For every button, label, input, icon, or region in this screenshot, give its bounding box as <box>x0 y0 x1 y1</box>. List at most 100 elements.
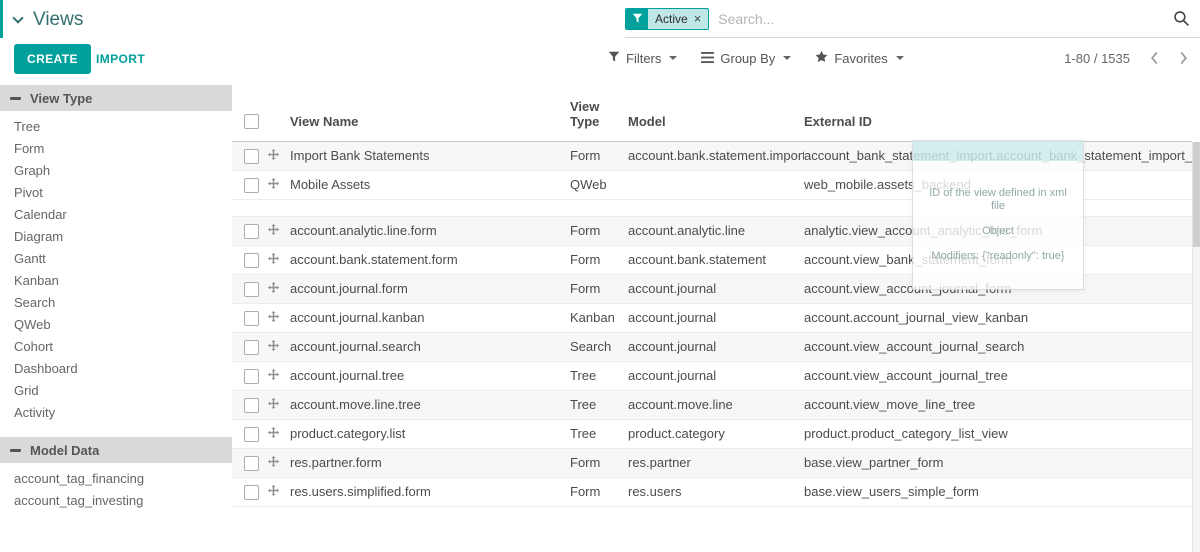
row-checkbox-cell <box>232 141 268 170</box>
caret-down-icon <box>896 56 904 60</box>
move-handle-icon[interactable] <box>268 340 279 351</box>
move-handle-icon[interactable] <box>268 178 279 189</box>
sidebar-item-kanban[interactable]: Kanban <box>0 270 232 292</box>
move-handle-icon[interactable] <box>268 149 279 160</box>
move-handle-icon[interactable] <box>268 456 279 467</box>
cell-external-id: account.account_journal_view_kanban <box>804 303 1192 332</box>
move-handle-icon[interactable] <box>268 224 279 235</box>
table-row[interactable]: res.users.simplified.formFormres.usersba… <box>232 477 1192 506</box>
section-bar-icon <box>10 97 21 100</box>
row-checkbox[interactable] <box>244 369 259 384</box>
create-button[interactable]: CREATE <box>14 44 91 74</box>
row-checkbox[interactable] <box>244 398 259 413</box>
cell-model: account.move.line <box>628 390 804 419</box>
cell-view-name: account.journal.tree <box>290 361 570 390</box>
move-handle-icon[interactable] <box>268 485 279 496</box>
row-checkbox[interactable] <box>244 253 259 268</box>
sidebar-item-gantt[interactable]: Gantt <box>0 248 232 270</box>
cell-model: product.category <box>628 419 804 448</box>
cell-view-type: Form <box>570 141 628 170</box>
row-checkbox[interactable] <box>244 340 259 355</box>
cell-view-type: Search <box>570 332 628 361</box>
import-button[interactable]: IMPORT <box>96 52 145 66</box>
sidebar-section-view-type: View Type <box>0 85 232 111</box>
row-checkbox[interactable] <box>244 149 259 164</box>
cell-view-name: account.journal.kanban <box>290 303 570 332</box>
pager-previous-icon[interactable] <box>1150 51 1159 65</box>
move-handle-icon[interactable] <box>268 253 279 264</box>
move-handle-icon[interactable] <box>268 398 279 409</box>
cell-model: res.users <box>628 477 804 506</box>
cell-view-type: Tree <box>570 390 628 419</box>
sidebar-item-form[interactable]: Form <box>0 138 232 160</box>
cell-view-type: Form <box>570 477 628 506</box>
sidebar-item-cohort[interactable]: Cohort <box>0 336 232 358</box>
select-all-checkbox[interactable] <box>244 114 259 129</box>
cell-view-name: account.journal.search <box>290 332 570 361</box>
breadcrumb[interactable]: Views <box>14 9 83 31</box>
row-checkbox-cell <box>232 332 268 361</box>
sidebar-item-qweb[interactable]: QWeb <box>0 314 232 336</box>
sidebar-item-diagram[interactable]: Diagram <box>0 226 232 248</box>
pager-next-icon[interactable] <box>1179 51 1188 65</box>
sidebar-item-tree[interactable]: Tree <box>0 116 232 138</box>
cell-view-type: Tree <box>570 361 628 390</box>
row-checkbox-cell <box>232 361 268 390</box>
pager-range: 1-80 / 1535 <box>1064 51 1130 66</box>
table-row[interactable]: account.journal.searchSearchaccount.jour… <box>232 332 1192 361</box>
move-handle-icon[interactable] <box>268 311 279 322</box>
column-header-external-id[interactable]: External ID <box>804 85 1192 141</box>
row-checkbox[interactable] <box>244 456 259 471</box>
cell-view-type: Form <box>570 245 628 274</box>
tooltip-line: Object <box>982 225 1014 238</box>
cell-model: account.journal <box>628 332 804 361</box>
table-row[interactable]: account.journal.treeTreeaccount.journala… <box>232 361 1192 390</box>
favorites-dropdown[interactable]: Favorites <box>815 50 903 66</box>
sidebar-item-dashboard[interactable]: Dashboard <box>0 358 232 380</box>
sidebar-item-pivot[interactable]: Pivot <box>0 182 232 204</box>
move-handle-icon[interactable] <box>268 369 279 380</box>
sidebar-item-account-tag-investing[interactable]: account_tag_investing <box>0 490 232 512</box>
cell-view-name: Mobile Assets <box>290 170 570 199</box>
sidebar-item-search[interactable]: Search <box>0 292 232 314</box>
sidebar-item-grid[interactable]: Grid <box>0 380 232 402</box>
row-checkbox[interactable] <box>244 282 259 297</box>
move-handle-icon[interactable] <box>268 427 279 438</box>
column-header-model[interactable]: Model <box>628 85 804 141</box>
row-checkbox[interactable] <box>244 311 259 326</box>
facet-remove-icon[interactable]: × <box>694 12 702 25</box>
table-row[interactable]: product.category.listTreeproduct.categor… <box>232 419 1192 448</box>
sidebar-item-activity[interactable]: Activity <box>0 402 232 424</box>
search-facet-active[interactable]: Active × <box>625 8 709 30</box>
magnifier-icon[interactable] <box>1173 10 1190 27</box>
sidebar-item-account-tag-financing[interactable]: account_tag_financing <box>0 468 232 490</box>
table-row[interactable]: res.partner.formFormres.partnerbase.view… <box>232 448 1192 477</box>
search-input[interactable] <box>709 11 1173 27</box>
chevron-down-icon[interactable] <box>12 12 23 23</box>
row-checkbox[interactable] <box>244 485 259 500</box>
table-row[interactable]: account.move.line.treeTreeaccount.move.l… <box>232 390 1192 419</box>
sidebar-item-graph[interactable]: Graph <box>0 160 232 182</box>
filter-funnel-icon <box>626 9 648 29</box>
filters-dropdown[interactable]: Filters <box>608 51 677 66</box>
row-handle-cell <box>268 419 290 448</box>
row-checkbox[interactable] <box>244 427 259 442</box>
column-header-view-type[interactable]: View Type <box>570 85 628 141</box>
row-checkbox-cell <box>232 245 268 274</box>
sidebar-item-calendar[interactable]: Calendar <box>0 204 232 226</box>
search-options: Filters Group By Favorites <box>608 40 904 76</box>
cell-model <box>628 170 804 199</box>
sidebar-section-model-data: Model Data <box>0 437 232 463</box>
column-header-view-name[interactable]: View Name <box>290 85 570 141</box>
scrollbar-thumb[interactable] <box>1193 142 1200 247</box>
app-accent-sliver <box>0 0 3 38</box>
select-all-cell <box>232 85 268 141</box>
move-handle-icon[interactable] <box>268 282 279 293</box>
row-handle-cell <box>268 216 290 245</box>
row-checkbox[interactable] <box>244 224 259 239</box>
vertical-scrollbar[interactable] <box>1192 142 1200 552</box>
list-view: View NameView TypeModelExternal ID Impor… <box>232 85 1200 552</box>
table-row[interactable]: account.journal.kanbanKanbanaccount.jour… <box>232 303 1192 332</box>
group-by-dropdown[interactable]: Group By <box>701 51 791 66</box>
row-checkbox[interactable] <box>244 178 259 193</box>
